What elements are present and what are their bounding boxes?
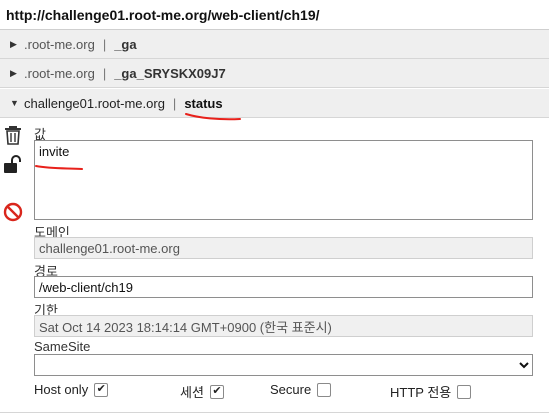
http-only-label: HTTP 전용 [390, 385, 452, 400]
separator: | [102, 36, 107, 52]
url-header: http://challenge01.root-me.org/web-clien… [0, 0, 549, 30]
http-only-checkbox[interactable] [457, 384, 472, 399]
block-icon[interactable] [2, 201, 24, 223]
path-field[interactable] [34, 276, 533, 298]
secure-checkbox[interactable] [317, 382, 332, 397]
expires-field[interactable] [34, 315, 533, 337]
cookie-row-status[interactable]: ▼ challenge01.root-me.org | status [0, 89, 549, 118]
host-only-label: Host only [34, 382, 89, 397]
flags-row: Host only ✔ 세션 ✔ Secure HTTP 전용 [34, 382, 534, 400]
samesite-label: SameSite [34, 339, 91, 354]
session-checkbox[interactable]: ✔ [209, 384, 224, 399]
host-only-toggle[interactable]: Host only ✔ [34, 382, 109, 397]
cookie-name: status [184, 95, 223, 111]
cookie-domain: .root-me.org [24, 36, 95, 52]
separator: | [102, 65, 107, 81]
collapse-triangle-icon: ▼ [10, 98, 19, 108]
domain-field[interactable] [34, 237, 533, 259]
expand-triangle-icon: ▶ [10, 38, 17, 49]
session-toggle[interactable]: 세션 ✔ [180, 382, 224, 401]
value-textarea[interactable]: invite [34, 140, 533, 220]
trash-icon[interactable] [2, 124, 24, 146]
expand-triangle-icon: ▶ [10, 67, 17, 78]
cookie-name: _ga_SRYSKX09J7 [114, 65, 226, 81]
samesite-select[interactable] [34, 354, 533, 376]
cookie-row-ga-sryskx09j7[interactable]: ▶ .root-me.org | _ga_SRYSKX09J7 [0, 59, 549, 88]
bottom-divider [0, 412, 549, 413]
http-only-toggle[interactable]: HTTP 전용 [390, 382, 472, 401]
session-label: 세션 [180, 385, 204, 400]
cookie-domain: .root-me.org [24, 65, 95, 81]
host-only-checkbox[interactable]: ✔ [94, 382, 109, 397]
unlock-icon[interactable] [2, 154, 24, 176]
cookie-domain: challenge01.root-me.org [24, 95, 165, 111]
secure-toggle[interactable]: Secure [270, 382, 332, 397]
cookie-name: _ga [114, 36, 137, 52]
cookie-row-ga[interactable]: ▶ .root-me.org | _ga [0, 30, 549, 59]
separator: | [172, 95, 177, 111]
secure-label: Secure [270, 382, 312, 397]
